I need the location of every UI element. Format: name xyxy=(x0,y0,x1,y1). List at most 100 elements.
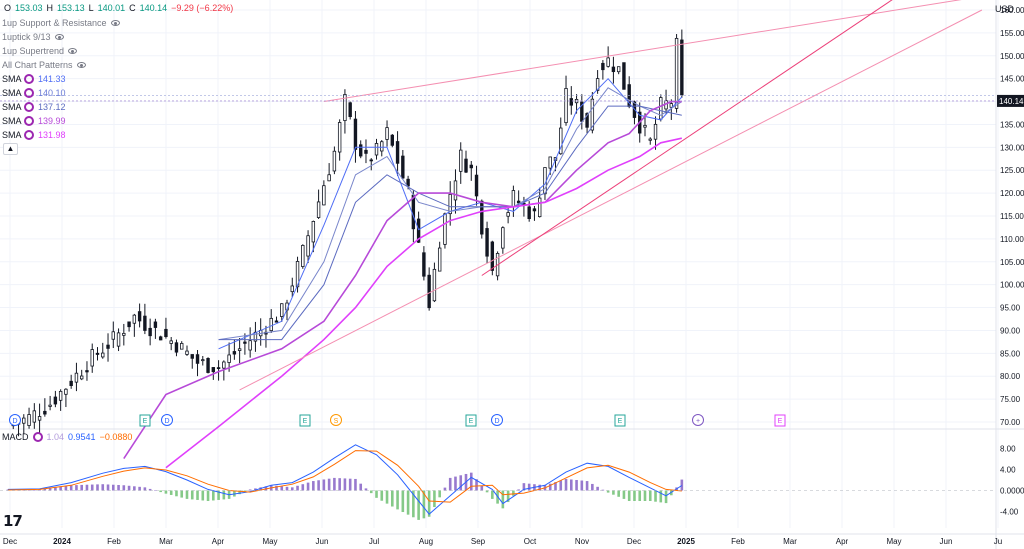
sma-legend-4[interactable]: SMA 139.99 xyxy=(2,114,66,127)
indicator-support-resistance[interactable]: 1up Support & Resistance xyxy=(2,16,120,29)
event-marker-label: + xyxy=(696,418,700,425)
eye-icon[interactable] xyxy=(76,61,86,68)
eye-icon[interactable] xyxy=(68,47,78,54)
event-marker-label: E xyxy=(143,418,148,425)
candle-body xyxy=(280,303,284,317)
sma-legend-3[interactable]: SMA 137.12 xyxy=(2,100,66,113)
macd-histogram-bar xyxy=(111,484,115,491)
sma-name: SMA xyxy=(2,115,22,126)
macd-histogram-bar xyxy=(406,490,410,515)
indicator-label: 1up Supertrend xyxy=(2,45,65,56)
candle-body xyxy=(506,212,510,217)
macd-line-value: 0.9541 xyxy=(68,432,96,442)
candle-body xyxy=(543,167,547,195)
time-tick-label: Apr xyxy=(836,537,849,546)
candle-body xyxy=(648,138,652,141)
settings-icon[interactable] xyxy=(24,87,34,98)
macd-histogram-bar xyxy=(391,490,394,507)
candle-body xyxy=(237,348,242,351)
macd-tick-label: -4.00 xyxy=(1000,508,1019,517)
candle-body xyxy=(337,122,342,153)
macd-histogram-bar xyxy=(569,479,573,491)
macd-histogram-bar xyxy=(306,482,310,491)
candle-body xyxy=(106,344,110,349)
macd-histogram-bar xyxy=(317,480,320,491)
eye-icon[interactable] xyxy=(54,33,64,40)
price-tick-label: 85.00 xyxy=(1000,349,1021,358)
indicator-label: 1uptick 9/13 xyxy=(2,31,51,42)
candle-body xyxy=(137,311,142,322)
settings-icon[interactable] xyxy=(24,101,34,112)
event-marker-label: D xyxy=(164,418,169,425)
currency-label[interactable]: USD xyxy=(995,4,1014,14)
macd-histogram-bar xyxy=(90,484,94,491)
time-tick-label: Feb xyxy=(731,537,745,546)
macd-signal-value: −0.0880 xyxy=(99,432,133,442)
macd-histogram-bar xyxy=(354,478,357,491)
candle-body xyxy=(643,124,647,128)
price-chart[interactable]: 160.00155.00150.00145.00140.00135.00130.… xyxy=(0,0,1024,549)
candle-body xyxy=(427,274,431,309)
chart-background xyxy=(0,0,1024,549)
macd-histogram-bar xyxy=(480,485,484,491)
candle-body xyxy=(111,331,115,340)
candle-body xyxy=(422,252,426,277)
candle-body xyxy=(469,164,473,169)
candle-body xyxy=(374,143,379,156)
time-tick-label: Nov xyxy=(575,537,589,546)
candle-body xyxy=(269,317,273,332)
candle-body xyxy=(190,354,194,359)
settings-icon[interactable] xyxy=(24,115,34,126)
price-tick-label: 120.00 xyxy=(1000,189,1024,198)
candle-body xyxy=(501,227,505,249)
candle-body xyxy=(680,39,684,96)
candle-body xyxy=(674,37,679,109)
macd-tick-label: 8.00 xyxy=(1000,445,1016,454)
macd-histogram-bar xyxy=(575,480,578,491)
high-label: H xyxy=(46,3,54,13)
close-value: 140.14 xyxy=(139,3,168,13)
settings-icon[interactable] xyxy=(24,73,34,84)
collapse-legend-button[interactable]: ▲ xyxy=(3,143,18,155)
sma-legend-5[interactable]: SMA 131.98 xyxy=(2,128,66,141)
settings-icon[interactable] xyxy=(32,432,43,442)
macd-histogram-bar xyxy=(380,490,384,501)
indicator-uptick[interactable]: 1uptick 9/13 xyxy=(2,30,64,43)
time-tick-label: Mar xyxy=(783,537,797,546)
tradingview-logo[interactable]: 17 xyxy=(3,512,23,530)
candle-body xyxy=(90,349,94,367)
time-tick-label: Aug xyxy=(419,537,433,546)
time-tick-label: Oct xyxy=(524,537,537,546)
price-tick-label: 150.00 xyxy=(1000,52,1024,61)
macd-histogram-bar xyxy=(290,487,294,491)
indicator-supertrend[interactable]: 1up Supertrend xyxy=(2,44,78,57)
indicator-chart-patterns[interactable]: All Chart Patterns xyxy=(2,58,86,71)
price-tick-label: 80.00 xyxy=(1000,372,1021,381)
candle-body xyxy=(453,180,458,201)
candle-body xyxy=(485,228,489,257)
candle-body xyxy=(395,141,400,164)
macd-histogram-bar xyxy=(385,490,389,504)
time-tick-label: Dec xyxy=(627,537,641,546)
candle-body xyxy=(616,66,621,73)
event-marker-label: S xyxy=(334,418,339,425)
candle-body xyxy=(369,159,373,162)
candle-body xyxy=(227,354,231,363)
macd-histogram-bar xyxy=(301,484,305,491)
sma-name: SMA xyxy=(2,73,22,84)
candle-body xyxy=(27,414,31,426)
eye-icon[interactable] xyxy=(110,19,120,26)
macd-histogram-bar xyxy=(122,485,126,491)
macd-histogram-bar xyxy=(117,484,120,491)
candle-body xyxy=(43,410,47,415)
settings-icon[interactable] xyxy=(24,129,34,140)
candle-body xyxy=(148,327,152,337)
macd-histogram-bar xyxy=(327,478,331,491)
time-tick-label: Sep xyxy=(471,537,486,546)
price-tick-label: 105.00 xyxy=(1000,258,1024,267)
macd-legend[interactable]: MACD 1.04 0.9541 −0.0880 xyxy=(2,432,132,442)
sma-legend-2[interactable]: SMA 140.10 xyxy=(2,86,66,99)
sma-legend-1[interactable]: SMA 141.33 xyxy=(2,72,66,85)
candle-body xyxy=(64,388,68,395)
candle-body xyxy=(364,149,368,154)
